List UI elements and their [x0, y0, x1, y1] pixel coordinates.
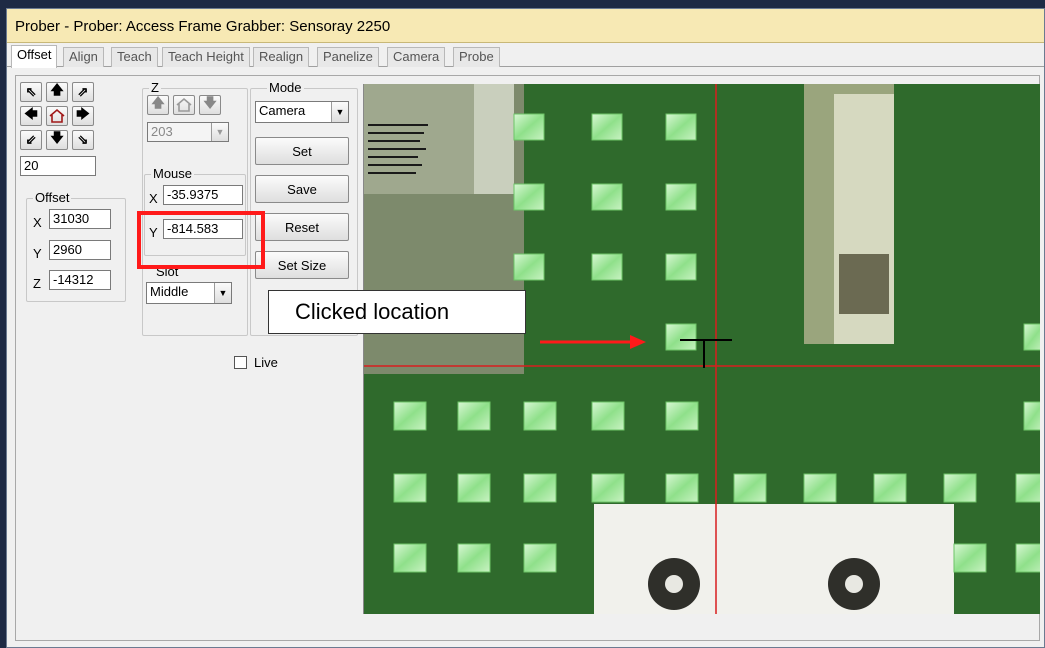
mode-select[interactable]: Camera ▼ — [255, 101, 349, 123]
mouse-x-field: -35.9375 — [163, 185, 243, 205]
set-size-button[interactable]: Set Size — [255, 251, 349, 279]
mode-value: Camera — [259, 103, 306, 118]
arrow-left-icon: 🡄 — [24, 106, 38, 121]
tab-teach-height[interactable]: Teach Height — [162, 47, 250, 67]
jog-up-right-button[interactable]: ⇗ — [72, 82, 94, 102]
camera-view[interactable] — [363, 84, 1040, 614]
arrow-up-left-icon: ⇖ — [25, 84, 37, 99]
prober-window: Prober - Prober: Access Frame Grabber: S… — [6, 8, 1045, 648]
jog-left-button[interactable]: 🡄 — [20, 106, 42, 126]
chevron-down-icon: ▼ — [331, 102, 348, 122]
offset-group-label: Offset — [33, 190, 72, 205]
offset-y-label: Y — [33, 246, 42, 261]
tab-teach[interactable]: Teach — [111, 47, 158, 67]
camera-image[interactable] — [364, 84, 1040, 614]
arrow-down-left-icon: ⇙ — [25, 132, 37, 147]
mouse-group-label: Mouse — [151, 166, 195, 181]
offset-x-field[interactable]: 31030 — [49, 209, 111, 229]
clicked-location-callout: Clicked location — [268, 290, 526, 334]
offset-x-label: X — [33, 215, 42, 230]
z-group-label: Z — [149, 80, 161, 95]
offset-group: Offset X 31030 Y 2960 Z -14312 — [26, 190, 126, 302]
offset-panel: ⇖ 🡅 ⇗ 🡄 🡆 ⇙ 🡇 ⇘ 20 Offset X 31030 Y 2960… — [15, 75, 1040, 641]
mode-group-label: Mode — [267, 80, 304, 95]
jog-right-button[interactable]: 🡆 — [72, 106, 94, 126]
z-down-button[interactable]: 🡇 — [199, 95, 221, 115]
arrow-down-right-icon: ⇘ — [77, 132, 89, 147]
arrow-down-icon: 🡇 — [50, 130, 64, 145]
slot-select[interactable]: Middle ▼ — [146, 282, 232, 304]
arrow-up-icon: 🡅 — [50, 82, 64, 97]
chevron-down-icon: ▼ — [214, 283, 231, 303]
offset-z-field[interactable]: -14312 — [49, 270, 111, 290]
z-up-button[interactable]: 🡅 — [147, 95, 169, 115]
tab-camera[interactable]: Camera — [387, 47, 446, 67]
mouse-y-highlight-box — [137, 211, 265, 269]
offset-z-label: Z — [33, 276, 41, 291]
tab-offset[interactable]: Offset — [11, 45, 58, 68]
mouse-x-label: X — [149, 191, 158, 206]
live-checkbox[interactable] — [234, 356, 247, 369]
arrow-down-icon: 🡇 — [203, 95, 217, 110]
jog-up-left-button[interactable]: ⇖ — [20, 82, 42, 102]
tab-panelize[interactable]: Panelize — [317, 47, 379, 67]
step-size-input[interactable]: 20 — [20, 156, 96, 176]
reset-button[interactable]: Reset — [255, 213, 349, 241]
tab-realign[interactable]: Realign — [253, 47, 310, 67]
jog-up-button[interactable]: 🡅 — [46, 82, 68, 102]
title-bar: Prober - Prober: Access Frame Grabber: S… — [7, 9, 1044, 43]
slot-value: Middle — [150, 284, 189, 299]
z-home-button[interactable] — [173, 95, 195, 115]
set-button[interactable]: Set — [255, 137, 349, 165]
home-icon — [176, 97, 192, 112]
z-height-value: 203 — [151, 124, 173, 139]
arrow-right-icon: 🡆 — [76, 106, 90, 121]
jog-home-button[interactable] — [46, 106, 68, 126]
jog-down-button[interactable]: 🡇 — [46, 130, 68, 150]
chevron-down-icon: ▼ — [211, 123, 228, 141]
z-height-select[interactable]: 203 ▼ — [147, 122, 229, 142]
save-button[interactable]: Save — [255, 175, 349, 203]
jog-down-right-button[interactable]: ⇘ — [72, 130, 94, 150]
offset-y-field[interactable]: 2960 — [49, 240, 111, 260]
tab-probe[interactable]: Probe — [453, 47, 500, 67]
live-label: Live — [254, 355, 278, 370]
tab-bar: Offset Align Teach Teach Height Realign … — [7, 43, 1044, 68]
arrow-up-icon: 🡅 — [151, 95, 165, 110]
tab-align[interactable]: Align — [63, 47, 104, 67]
jog-down-left-button[interactable]: ⇙ — [20, 130, 42, 150]
home-icon — [49, 108, 65, 123]
arrow-up-right-icon: ⇗ — [77, 84, 89, 99]
window-title: Prober - Prober: Access Frame Grabber: S… — [15, 18, 391, 35]
